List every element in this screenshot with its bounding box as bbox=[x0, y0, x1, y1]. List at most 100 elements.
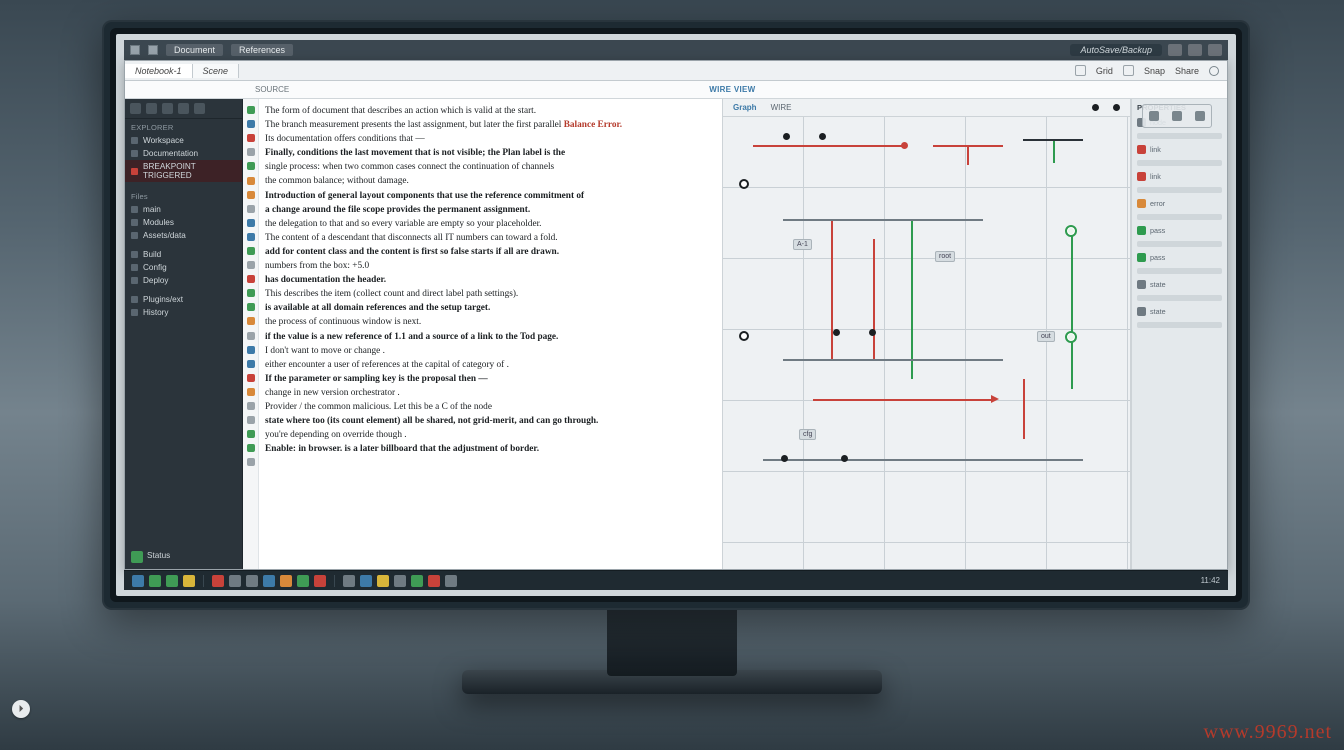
node-solid[interactable] bbox=[833, 329, 840, 336]
sidebar-item[interactable]: Config bbox=[125, 261, 242, 274]
gutter-marker[interactable] bbox=[243, 455, 258, 469]
editor-line[interactable]: has documentation the header. bbox=[265, 273, 712, 287]
gutter-marker[interactable] bbox=[243, 343, 258, 357]
editor-line[interactable]: if the value is a new reference of 1.1 a… bbox=[265, 330, 712, 344]
editor-line[interactable]: single process: when two common cases co… bbox=[265, 160, 712, 174]
node-solid[interactable] bbox=[819, 133, 826, 140]
node-solid[interactable] bbox=[781, 455, 788, 462]
gutter-marker[interactable] bbox=[243, 399, 258, 413]
taskbar-app-icon[interactable] bbox=[166, 575, 178, 587]
taskbar-app-icon[interactable] bbox=[183, 575, 195, 587]
gutter-marker[interactable] bbox=[243, 103, 258, 117]
taskbar-app-icon[interactable] bbox=[297, 575, 309, 587]
sidebar-item[interactable]: Build bbox=[125, 248, 242, 261]
taskbar-app-icon[interactable] bbox=[411, 575, 423, 587]
diagram-tab-wire[interactable]: WIRE bbox=[771, 103, 792, 112]
editor-line[interactable]: This describes the item (collect count a… bbox=[265, 287, 712, 301]
gutter-marker[interactable] bbox=[243, 441, 258, 455]
gutter-marker[interactable] bbox=[243, 300, 258, 314]
node-ok[interactable] bbox=[1065, 331, 1077, 343]
node-box[interactable]: A-1 bbox=[793, 239, 812, 250]
editor-line[interactable]: the delegation to that and so every vari… bbox=[265, 217, 712, 231]
toolbox-icon[interactable] bbox=[1172, 111, 1182, 121]
diagram-pane[interactable]: Graph WIRE bbox=[723, 99, 1131, 569]
sidebar-item-workspace[interactable]: Workspace bbox=[125, 134, 242, 147]
editor-line[interactable]: the process of continuous window is next… bbox=[265, 315, 712, 329]
taskbar-app-icon[interactable] bbox=[246, 575, 258, 587]
node-open[interactable] bbox=[739, 331, 749, 341]
taskbar-app-icon[interactable] bbox=[132, 575, 144, 587]
gutter-marker[interactable] bbox=[243, 244, 258, 258]
floating-toolbox[interactable] bbox=[1142, 104, 1212, 128]
property-row[interactable]: error bbox=[1137, 199, 1222, 208]
editor-line[interactable]: either encounter a user of references at… bbox=[265, 358, 712, 372]
editor-line[interactable]: is available at all domain references an… bbox=[265, 301, 712, 315]
gutter-marker[interactable] bbox=[243, 385, 258, 399]
gutter-marker[interactable] bbox=[243, 117, 258, 131]
gutter-marker[interactable] bbox=[243, 202, 258, 216]
doc-tab-2[interactable]: Scene bbox=[193, 64, 240, 78]
tool-icon[interactable] bbox=[194, 103, 205, 114]
editor-line[interactable]: Introduction of general layout component… bbox=[265, 189, 712, 203]
gutter-marker[interactable] bbox=[243, 131, 258, 145]
editor-line[interactable]: the common balance; without damage. bbox=[265, 174, 712, 188]
editor-line[interactable]: Finally, conditions the last movement th… bbox=[265, 146, 712, 160]
editor-line[interactable]: add for content class and the content is… bbox=[265, 245, 712, 259]
sidebar-item[interactable]: History bbox=[125, 306, 242, 319]
property-row[interactable]: pass bbox=[1137, 253, 1222, 262]
sidebar-item[interactable]: Plugins/ext bbox=[125, 293, 242, 306]
taskbar-app-icon[interactable] bbox=[343, 575, 355, 587]
taskbar-app-icon[interactable] bbox=[445, 575, 457, 587]
taskbar-app-icon[interactable] bbox=[428, 575, 440, 587]
taskbar-app-icon[interactable] bbox=[314, 575, 326, 587]
taskbar-app-icon[interactable] bbox=[229, 575, 241, 587]
gutter-marker[interactable] bbox=[243, 329, 258, 343]
doc-tab-1[interactable]: Notebook-1 bbox=[125, 64, 193, 78]
node-box[interactable]: cfg bbox=[799, 429, 816, 440]
taskbar-app-icon[interactable] bbox=[263, 575, 275, 587]
gutter-marker[interactable] bbox=[243, 216, 258, 230]
editor-line[interactable]: The content of a descendant that disconn… bbox=[265, 231, 712, 245]
gutter-marker[interactable] bbox=[243, 230, 258, 244]
gutter-marker[interactable] bbox=[243, 286, 258, 300]
property-row[interactable]: pass bbox=[1137, 226, 1222, 235]
editor-line[interactable]: a change around the file scope provides … bbox=[265, 203, 712, 217]
node-box[interactable]: root bbox=[935, 251, 955, 262]
node-box[interactable]: out bbox=[1037, 331, 1055, 342]
gutter-marker[interactable] bbox=[243, 258, 258, 272]
node-solid[interactable] bbox=[783, 133, 790, 140]
share-icon[interactable] bbox=[1209, 66, 1219, 76]
editor-line[interactable]: If the parameter or sampling key is the … bbox=[265, 372, 712, 386]
os-close-icon[interactable] bbox=[1208, 44, 1222, 56]
sidebar-item-alert[interactable]: BREAKPOINT TRIGGERED bbox=[125, 160, 242, 182]
gutter-marker[interactable] bbox=[243, 145, 258, 159]
os-tab-2[interactable]: References bbox=[231, 44, 293, 56]
editor-line[interactable]: numbers from the box: +5.0 bbox=[265, 259, 712, 273]
gutter-marker[interactable] bbox=[243, 413, 258, 427]
node-error[interactable] bbox=[901, 142, 908, 149]
property-row[interactable]: link bbox=[1137, 145, 1222, 154]
gutter-marker[interactable] bbox=[243, 272, 258, 286]
gutter-marker[interactable] bbox=[243, 159, 258, 173]
node-solid[interactable] bbox=[841, 455, 848, 462]
editor-line[interactable]: Enable: in browser. is a later billboard… bbox=[265, 442, 712, 456]
gutter-marker[interactable] bbox=[243, 427, 258, 441]
tool-icon[interactable] bbox=[178, 103, 189, 114]
toolbox-icon[interactable] bbox=[1149, 111, 1159, 121]
node-solid[interactable] bbox=[869, 329, 876, 336]
editor-line[interactable]: The form of document that describes an a… bbox=[265, 104, 712, 118]
tool-icon[interactable] bbox=[130, 103, 141, 114]
tool-icon[interactable] bbox=[162, 103, 173, 114]
tool-icon[interactable] bbox=[146, 103, 157, 114]
taskbar-app-icon[interactable] bbox=[280, 575, 292, 587]
node-ok[interactable] bbox=[1065, 225, 1077, 237]
editor-pane[interactable]: The form of document that describes an a… bbox=[259, 99, 723, 569]
property-row[interactable]: state bbox=[1137, 280, 1222, 289]
gutter-marker[interactable] bbox=[243, 371, 258, 385]
diagram-tab-graph[interactable]: Graph bbox=[733, 103, 757, 112]
editor-line[interactable]: change in new version orchestrator . bbox=[265, 386, 712, 400]
ambient-play-button[interactable]: ⏵ bbox=[12, 700, 30, 718]
os-max-icon[interactable] bbox=[1188, 44, 1202, 56]
taskbar-app-icon[interactable] bbox=[360, 575, 372, 587]
taskbar-app-icon[interactable] bbox=[149, 575, 161, 587]
